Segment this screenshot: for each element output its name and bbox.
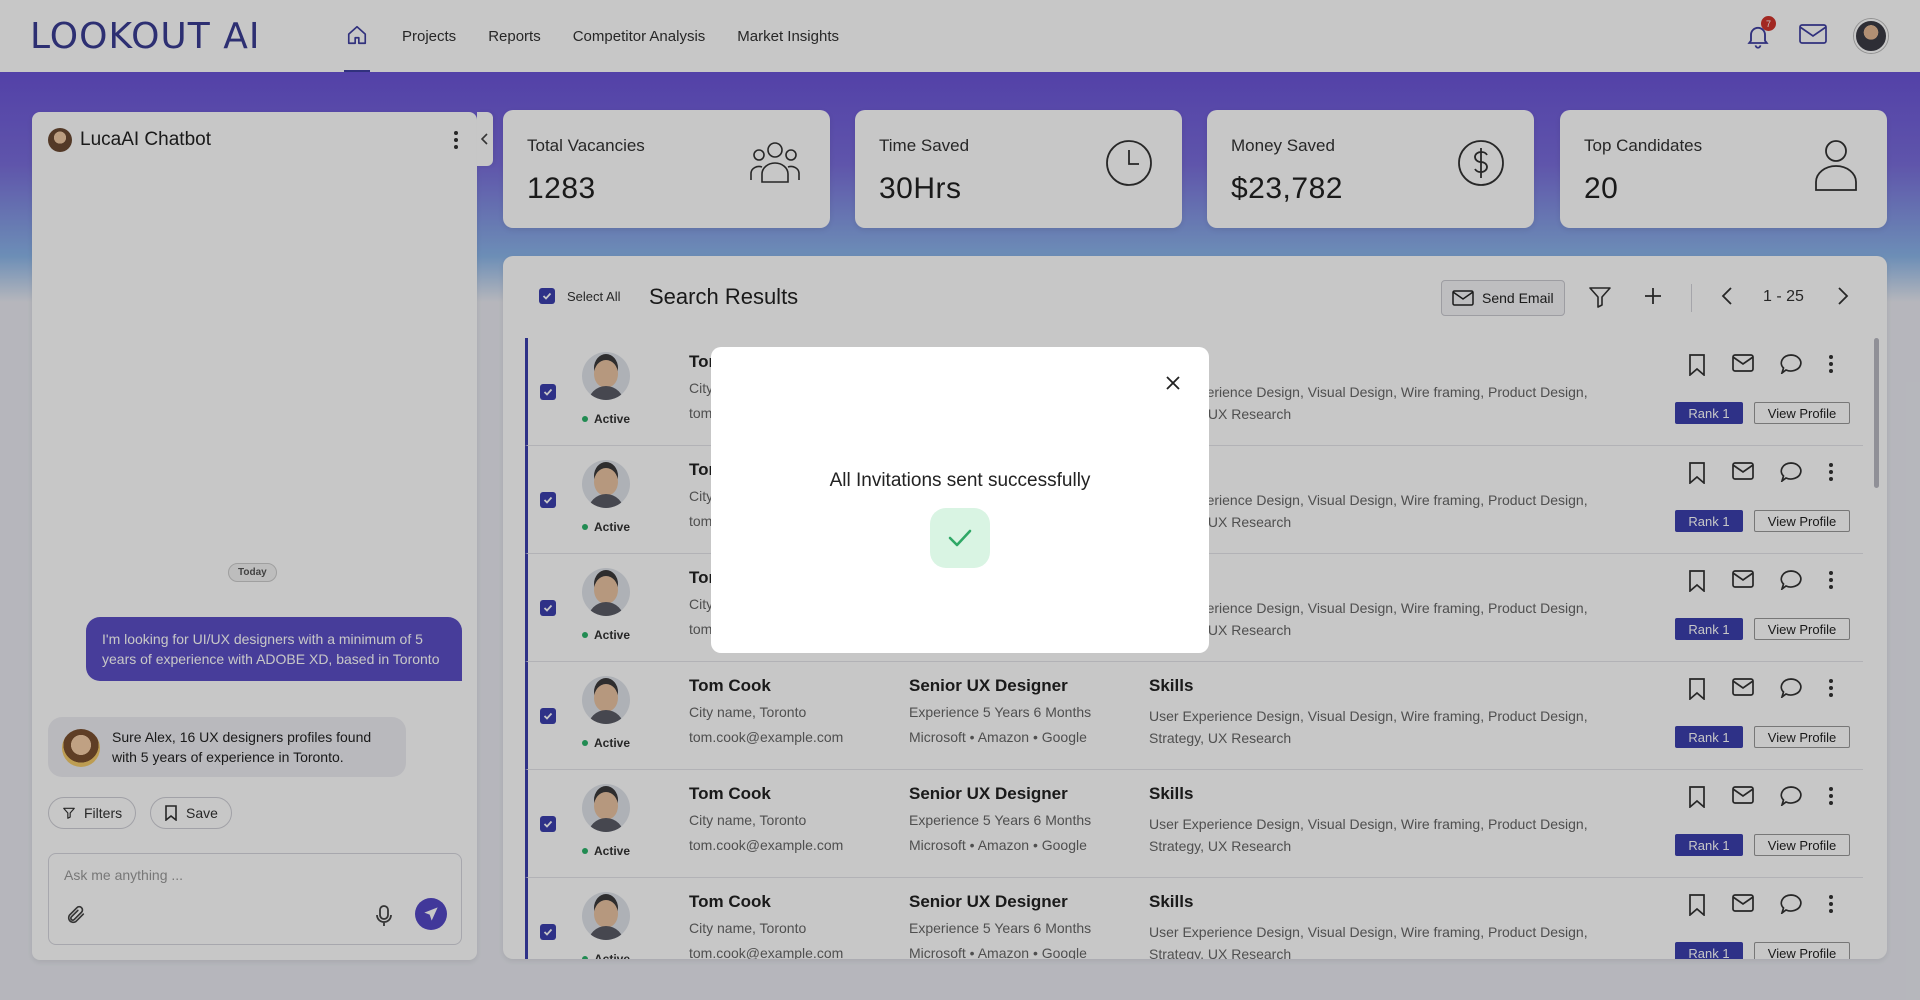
success-badge — [930, 508, 990, 568]
invitations-success-modal: All Invitations sent successfully — [711, 347, 1209, 653]
check-icon — [948, 529, 972, 547]
close-modal-button[interactable] — [1165, 375, 1181, 396]
modal-message: All Invitations sent successfully — [829, 470, 1091, 491]
close-icon — [1166, 376, 1180, 390]
